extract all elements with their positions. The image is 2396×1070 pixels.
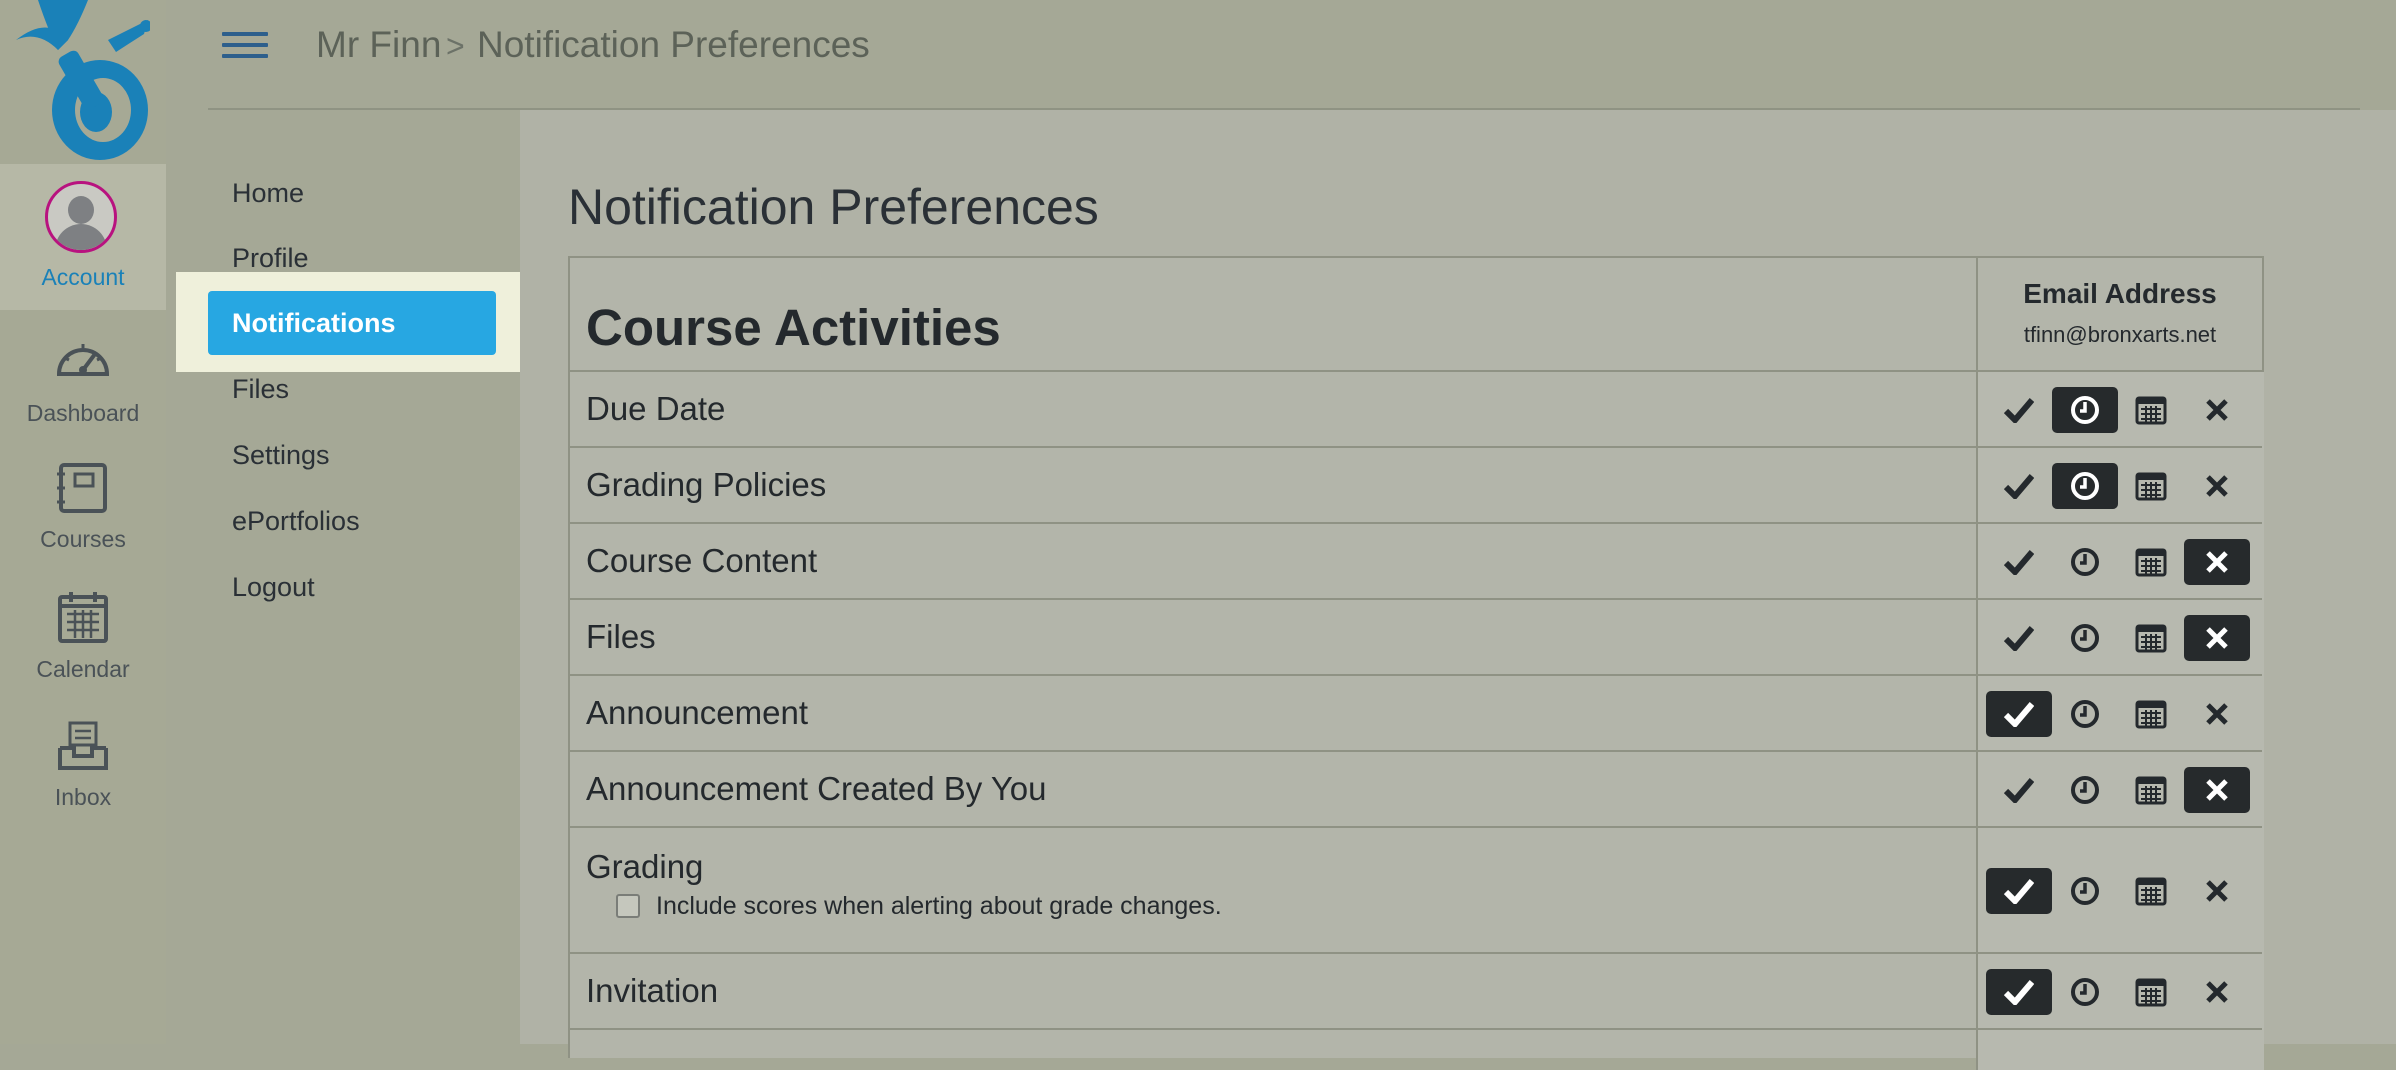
frequency-weekly-icon[interactable]: [2118, 767, 2184, 813]
frequency-daily-icon[interactable]: [2052, 463, 2118, 509]
include-scores-checkbox[interactable]: [616, 894, 640, 918]
notification-row-label: Course Content: [586, 542, 818, 579]
frequency-weekly-icon[interactable]: [2118, 387, 2184, 433]
frequency-cell: [1976, 676, 2264, 752]
breadcrumb-separator: >: [446, 28, 465, 64]
global-nav-dashboard-label: Dashboard: [26, 400, 140, 426]
frequency-cell: [1976, 1030, 2264, 1070]
subnav-logout[interactable]: Logout: [232, 572, 315, 603]
notification-row: Invitation: [570, 952, 2264, 1030]
frequency-immediately-icon[interactable]: [1986, 539, 2052, 585]
notification-row: Files: [570, 598, 2264, 676]
notification-row-label: Announcement Created By You: [586, 770, 1047, 807]
global-nav-courses-label: Courses: [40, 526, 126, 552]
global-nav-inbox[interactable]: Inbox: [0, 720, 166, 820]
frequency-immediately-icon[interactable]: [1986, 691, 2052, 737]
inbox-icon: [58, 721, 108, 770]
global-nav-dashboard[interactable]: Dashboard: [0, 334, 166, 434]
global-nav-inbox-label: Inbox: [54, 784, 112, 810]
notification-row: Due Date: [570, 370, 2264, 448]
breadcrumb-user[interactable]: Mr Finn: [316, 24, 441, 66]
dashboard-icon: [56, 344, 110, 376]
frequency-cell: [1976, 372, 2264, 448]
notification-row-label: Grading: [586, 848, 704, 885]
global-nav-courses[interactable]: Courses: [0, 462, 166, 562]
courses-icon: [57, 463, 107, 513]
frequency-never-icon[interactable]: [2184, 969, 2250, 1015]
notification-row-label: Files: [586, 618, 656, 655]
global-nav-account-label: Account: [41, 264, 125, 290]
frequency-cell: [1976, 954, 2264, 1030]
tuba-logo-icon[interactable]: [8, 0, 150, 162]
page-header: Mr Finn > Notification Preferences: [208, 0, 2360, 110]
frequency-daily-icon[interactable]: [2052, 387, 2118, 433]
frequency-weekly-icon[interactable]: [2118, 691, 2184, 737]
frequency-never-icon[interactable]: [2184, 691, 2250, 737]
frequency-daily-icon[interactable]: [2052, 767, 2118, 813]
calendar-icon: [58, 592, 108, 643]
subnav-settings[interactable]: Settings: [232, 440, 330, 471]
avatar: [45, 181, 117, 253]
frequency-immediately-icon[interactable]: [1986, 463, 2052, 509]
frequency-daily-icon[interactable]: [2052, 539, 2118, 585]
frequency-daily-icon[interactable]: [2052, 691, 2118, 737]
notification-row-label: Due Date: [586, 390, 726, 427]
notification-table: Course Activities Email Address tfinn@br…: [568, 256, 2264, 1070]
frequency-immediately-icon[interactable]: [1986, 615, 2052, 661]
frequency-immediately-icon[interactable]: [1986, 767, 2052, 813]
frequency-never-icon[interactable]: [2184, 615, 2250, 661]
frequency-daily-icon[interactable]: [2052, 969, 2118, 1015]
notification-row: Announcement Created By You: [570, 750, 2264, 828]
subnav-eportfolios[interactable]: ePortfolios: [232, 506, 360, 537]
frequency-weekly-icon[interactable]: [2118, 969, 2184, 1015]
frequency-cell: [1976, 600, 2264, 676]
include-scores-option[interactable]: Include scores when alerting about grade…: [616, 892, 1222, 921]
page-title: Notification Preferences: [568, 179, 1099, 235]
global-navigation: Account Dashboard Courses Calendar Inbox: [0, 0, 166, 1044]
frequency-cell: [1976, 448, 2264, 524]
frequency-weekly-icon[interactable]: [2118, 463, 2184, 509]
frequency-immediately-icon[interactable]: [1986, 868, 2052, 914]
notification-row: Grading Policies: [570, 446, 2264, 524]
frequency-cell: [1976, 752, 2264, 828]
frequency-daily-icon[interactable]: [2052, 615, 2118, 661]
section-title: Course Activities: [586, 299, 1001, 356]
email-label: Email Address: [2023, 278, 2217, 309]
notification-row: Announcement: [570, 674, 2264, 752]
notification-row-label: Grading Policies: [586, 466, 827, 503]
email-channel-header: Email Address tfinn@bronxarts.net: [1978, 258, 2262, 370]
global-nav-calendar[interactable]: Calendar: [0, 590, 166, 690]
global-nav-calendar-label: Calendar: [36, 656, 130, 682]
include-scores-label: Include scores when alerting about grade…: [656, 892, 1222, 920]
breadcrumb-current: Notification Preferences: [477, 24, 870, 65]
frequency-cell: [1976, 828, 2264, 954]
notification-row-label: Invitation: [586, 972, 719, 1009]
subnav-files[interactable]: Files: [232, 374, 289, 405]
global-nav-account[interactable]: Account: [0, 164, 166, 310]
notification-row-partial: [570, 1028, 2264, 1070]
frequency-immediately-icon[interactable]: [1986, 969, 2052, 1015]
frequency-weekly-icon[interactable]: [2118, 539, 2184, 585]
frequency-never-icon[interactable]: [2184, 539, 2250, 585]
frequency-never-icon[interactable]: [2184, 387, 2250, 433]
frequency-never-icon[interactable]: [2184, 868, 2250, 914]
frequency-immediately-icon[interactable]: [1986, 387, 2052, 433]
frequency-daily-icon[interactable]: [2052, 868, 2118, 914]
frequency-weekly-icon[interactable]: [2118, 868, 2184, 914]
frequency-never-icon[interactable]: [2184, 767, 2250, 813]
email-address: tfinn@bronxarts.net: [2023, 322, 2217, 347]
frequency-weekly-icon[interactable]: [2118, 615, 2184, 661]
notification-row: Grading Include scores when alerting abou…: [570, 826, 2264, 954]
notification-row-label: Announcement: [586, 694, 808, 731]
subnav-profile[interactable]: Profile: [232, 243, 309, 274]
subnav-home[interactable]: Home: [232, 178, 304, 209]
notification-row: Course Content: [570, 522, 2264, 600]
subnav-notifications[interactable]: Notifications: [208, 291, 496, 355]
frequency-cell: [1976, 524, 2264, 600]
hamburger-menu-icon[interactable]: [222, 32, 268, 62]
frequency-never-icon[interactable]: [2184, 463, 2250, 509]
